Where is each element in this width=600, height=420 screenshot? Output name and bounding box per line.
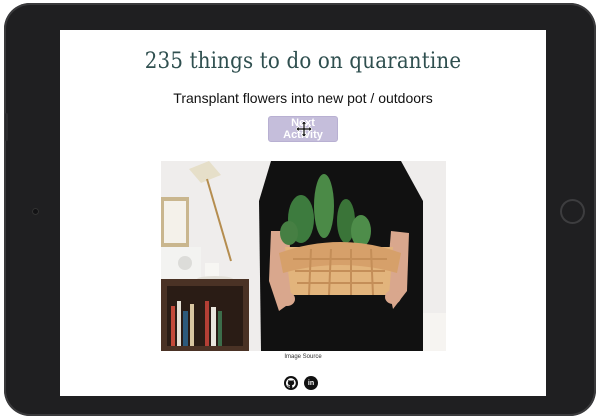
page-title: 235 things to do on quarantine <box>144 49 462 74</box>
github-icon[interactable] <box>284 376 298 390</box>
tablet-frame: 235 things to do on quarantine Transplan… <box>4 3 596 416</box>
activity-text: Transplant flowers into new pot / outdoo… <box>173 90 433 106</box>
image-source-caption[interactable]: Image Source <box>60 354 546 360</box>
github-logo-icon <box>286 378 296 388</box>
tablet-side-button <box>5 113 8 141</box>
social-links: in <box>284 376 318 390</box>
activity-photo-illustration <box>161 161 446 351</box>
home-button[interactable] <box>560 199 585 224</box>
linkedin-glyph: in <box>307 379 315 387</box>
move-cursor-icon <box>296 121 312 137</box>
linkedin-icon[interactable]: in <box>304 376 318 390</box>
activity-image <box>161 161 446 351</box>
front-camera <box>32 208 39 215</box>
app-screen: 235 things to do on quarantine Transplan… <box>60 30 546 396</box>
